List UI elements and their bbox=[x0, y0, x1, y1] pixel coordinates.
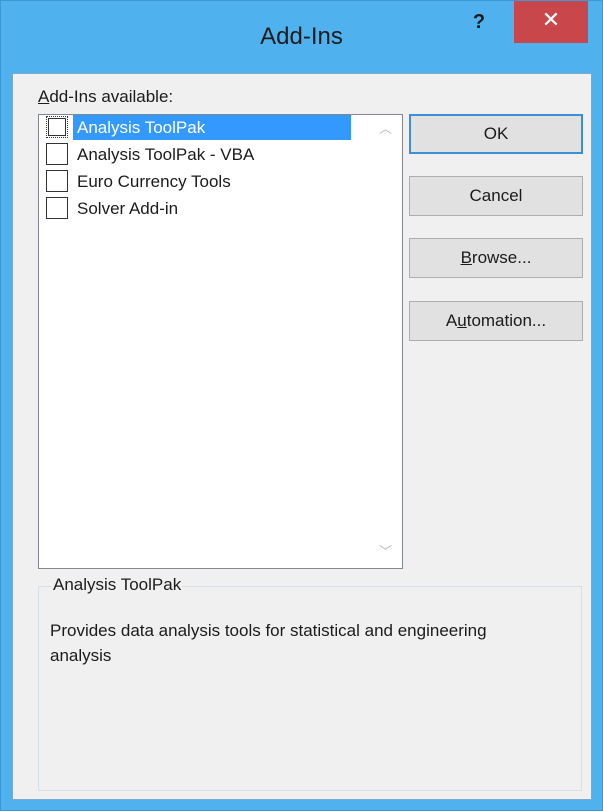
list-item-analysis-toolpak-vba[interactable]: Analysis ToolPak - VBA bbox=[40, 142, 350, 168]
checkbox-solver-add-in[interactable] bbox=[46, 197, 68, 219]
browse-mnemonic: B bbox=[460, 248, 472, 267]
checkbox-euro-currency-tools[interactable] bbox=[46, 170, 68, 192]
add-ins-available-mnemonic: A bbox=[38, 87, 50, 106]
checkbox-analysis-toolpak[interactable] bbox=[46, 116, 68, 138]
list-item-label: Analysis ToolPak - VBA bbox=[77, 145, 255, 164]
add-ins-list[interactable]: Analysis ToolPak Analysis ToolPak - VBA … bbox=[38, 114, 403, 569]
selected-add-in-description: Provides data analysis tools for statist… bbox=[50, 621, 487, 665]
browse-button[interactable]: Browse... bbox=[409, 238, 583, 278]
list-item-solver-add-in[interactable]: Solver Add-in bbox=[40, 196, 350, 222]
title-bar[interactable]: Add-Ins ? ✕ bbox=[1, 1, 602, 73]
add-ins-available-text: dd-Ins available: bbox=[49, 87, 174, 106]
list-item-label: Analysis ToolPak bbox=[73, 115, 351, 140]
scroll-up-arrow-icon[interactable]: ︿ bbox=[369, 115, 402, 145]
list-scrollbar[interactable]: ︿ ﹀ bbox=[369, 115, 402, 568]
cancel-button[interactable]: Cancel bbox=[409, 176, 583, 216]
dialog-title: Add-Ins bbox=[260, 23, 343, 50]
scroll-down-arrow-icon[interactable]: ﹀ bbox=[369, 538, 402, 568]
add-ins-dialog: Add-Ins ? ✕ Add-Ins available: Analysis … bbox=[0, 0, 603, 811]
add-ins-available-label: Add-Ins available: bbox=[38, 87, 173, 107]
list-item-label: Euro Currency Tools bbox=[77, 172, 231, 191]
close-button[interactable]: ✕ bbox=[514, 1, 588, 43]
dialog-body: Add-Ins available: Analysis ToolPak Anal… bbox=[12, 73, 592, 800]
checkbox-analysis-toolpak-vba[interactable] bbox=[46, 143, 68, 165]
automation-label-end: tomation... bbox=[466, 311, 547, 330]
automation-mnemonic: u bbox=[457, 311, 467, 330]
close-icon: ✕ bbox=[541, 8, 561, 33]
browse-label: rowse... bbox=[471, 248, 532, 267]
ok-button[interactable]: OK bbox=[409, 114, 583, 154]
automation-label-start: A bbox=[445, 311, 458, 330]
automation-button[interactable]: Automation... bbox=[409, 301, 583, 341]
list-item-label: Solver Add-in bbox=[77, 199, 179, 218]
selected-add-in-title: Analysis ToolPak bbox=[51, 575, 184, 595]
help-button[interactable]: ? bbox=[449, 7, 509, 43]
add-in-description-group: Analysis ToolPak Provides data analysis … bbox=[38, 575, 582, 791]
list-item-analysis-toolpak[interactable]: Analysis ToolPak bbox=[40, 115, 351, 141]
list-item-euro-currency-tools[interactable]: Euro Currency Tools bbox=[40, 169, 350, 195]
